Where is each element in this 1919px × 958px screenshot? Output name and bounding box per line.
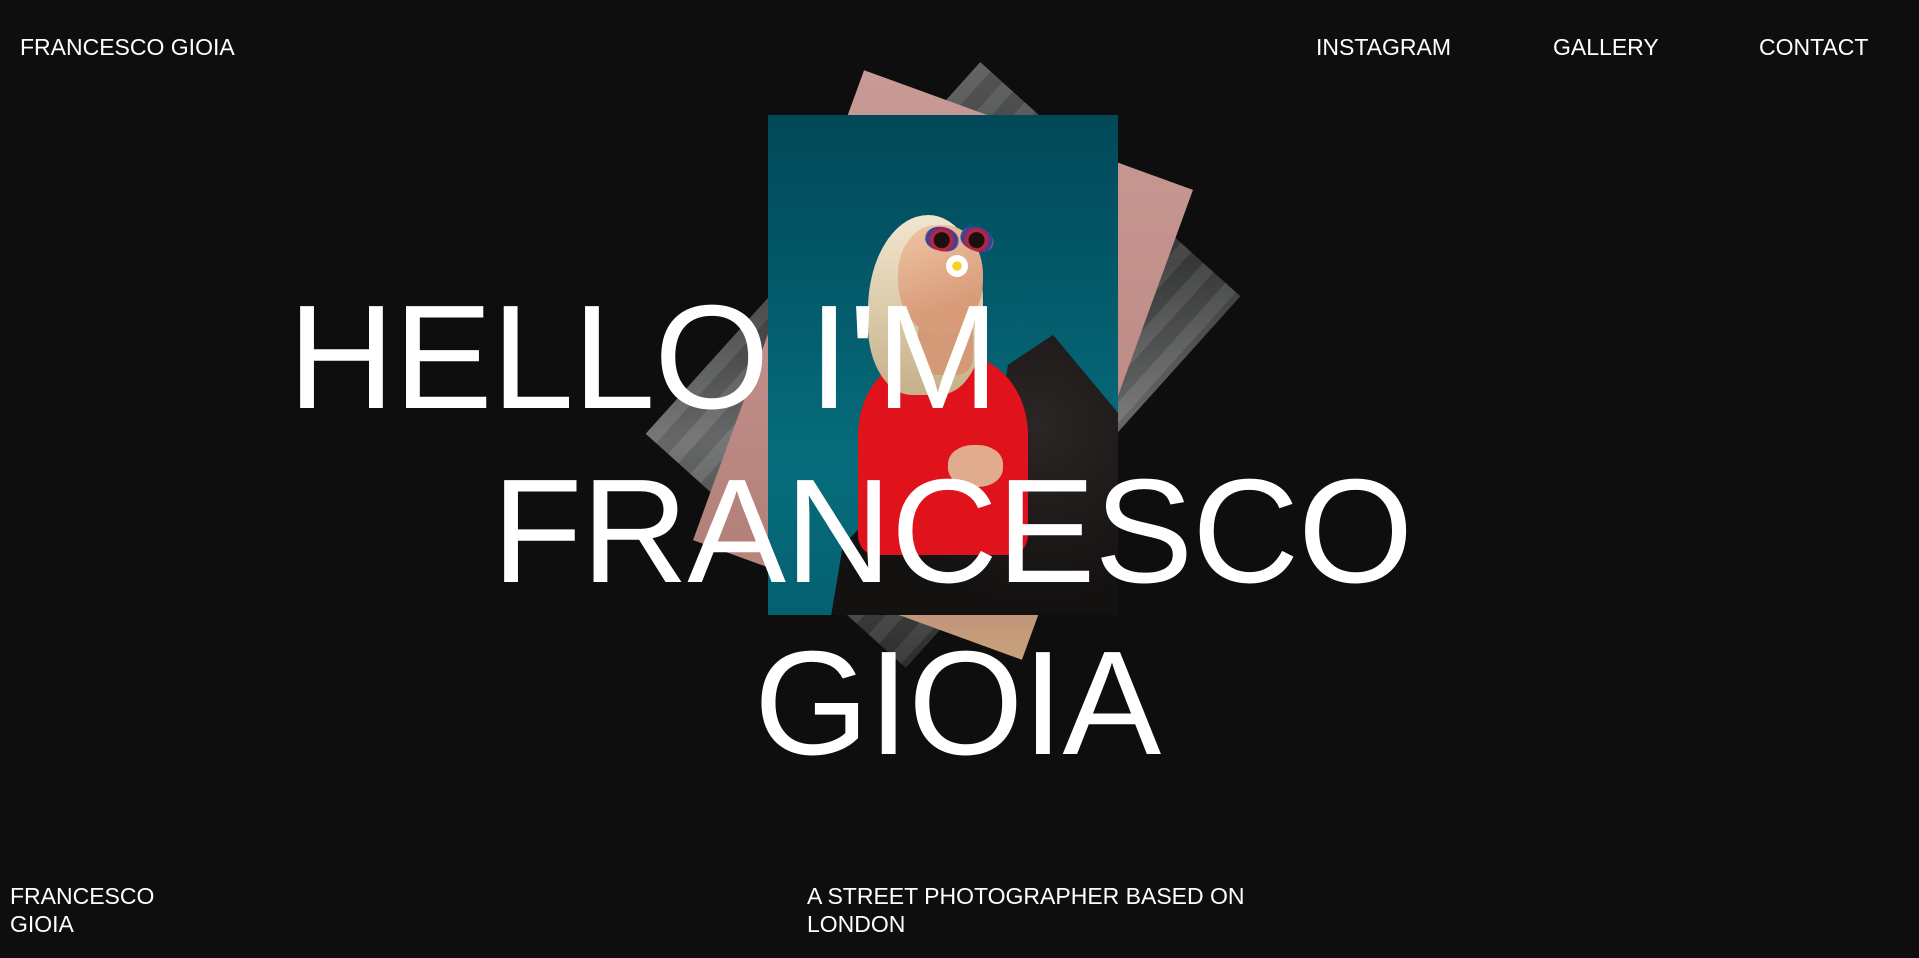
hero-line-last-name: GIOIA bbox=[754, 621, 1161, 786]
footer-tagline-line2: LONDON bbox=[807, 911, 906, 937]
hero-line-hello: HELLO I'M bbox=[288, 275, 999, 440]
page: FRANCESCO GIOIA INSTAGRAM GALLERY CONTAC… bbox=[0, 0, 1919, 958]
portrait-flower bbox=[946, 255, 968, 277]
footer-tagline-line1: A STREET PHOTOGRAPHER BASED ON bbox=[807, 883, 1245, 909]
footer-tagline: A STREET PHOTOGRAPHER BASED ON LONDON bbox=[807, 882, 1327, 938]
hero-line-first-name: FRANCESCO bbox=[492, 449, 1413, 614]
footer-name: FRANCESCO GIOIA bbox=[10, 882, 210, 938]
footer-name-line1: FRANCESCO bbox=[10, 883, 155, 909]
footer-name-line2: GIOIA bbox=[10, 911, 74, 937]
